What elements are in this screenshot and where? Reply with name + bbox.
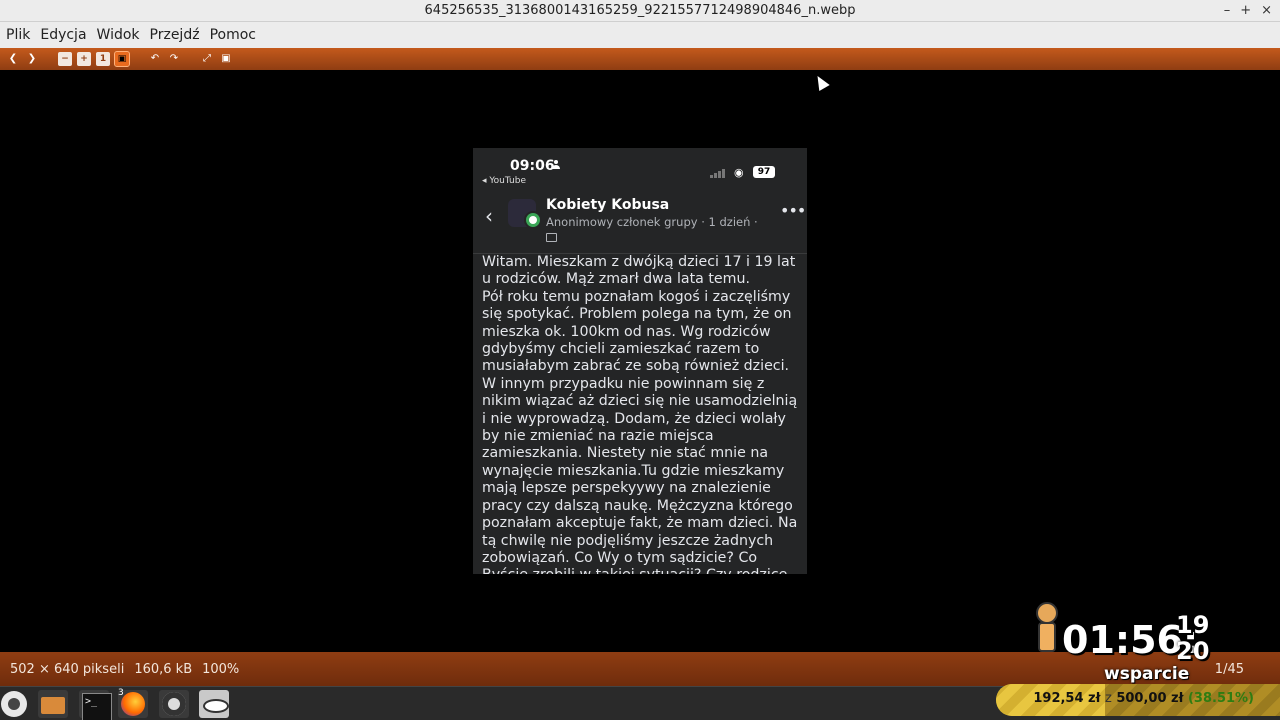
rotate-right-icon[interactable]: ↷ (167, 52, 181, 66)
phone-time: 09:06 (510, 158, 555, 174)
donation-separator: z (1104, 691, 1112, 706)
menu-go[interactable]: Przejdź (150, 27, 200, 43)
close-button[interactable]: × (1261, 0, 1272, 22)
obs-icon[interactable] (159, 690, 189, 718)
menu-view[interactable]: Widok (97, 27, 140, 43)
group-badge-icon (524, 211, 542, 229)
phone-status-bar: 09:06 ◂ YouTube ◉ 97 (473, 148, 807, 188)
battery-icon: 97 (753, 166, 775, 178)
person-icon (552, 160, 560, 170)
mint-menu-icon[interactable] (1, 691, 27, 717)
window-controls: – + × (1224, 0, 1272, 22)
zoom-normal-icon[interactable]: 1 (96, 52, 110, 66)
best-fit-icon[interactable]: ▣ (114, 51, 130, 67)
fullscreen-icon[interactable]: ⤢ (200, 52, 214, 66)
stream-timer-seconds: 19 20 (1176, 612, 1209, 664)
terminal-icon[interactable] (79, 690, 112, 720)
donation-current: 192,54 zł (1033, 691, 1101, 706)
previous-icon[interactable]: ❮ (6, 52, 20, 66)
displayed-image: 09:06 ◂ YouTube ◉ 97 ‹ Kobiety Kobusa An… (473, 148, 807, 574)
back-chevron-icon: ‹ (485, 204, 493, 228)
timer-seconds-bottom: 20 (1176, 637, 1210, 665)
menubar: Plik Edycja Widok Przejdź Pomoc (0, 22, 1280, 48)
folder-icon[interactable] (38, 690, 68, 718)
window-title: 645256535_3136800143165259_9221557712498… (424, 3, 856, 18)
zoom-in-icon[interactable]: + (77, 52, 91, 66)
signal-icon (710, 168, 725, 178)
support-label: wsparcie (1104, 664, 1190, 684)
members-icon (546, 233, 557, 242)
more-options-icon: ••• (780, 201, 806, 220)
firefox-window-count: 3 (118, 688, 124, 698)
menu-file[interactable]: Plik (6, 27, 30, 43)
donation-progress-bar: 192,54 zł z 500,00 zł (38.51%) (996, 684, 1280, 716)
post-meta: Anonimowy członek grupy · 1 dzień · (546, 215, 758, 229)
page-counter: 1/45 (1214, 662, 1244, 677)
zoom-out-icon[interactable]: − (58, 52, 72, 66)
post-text: Witam. Mieszkam z dwójką dzieci 17 i 19 … (482, 254, 798, 574)
zoom-level: 100% (202, 661, 240, 677)
slideshow-icon[interactable]: ▣ (219, 52, 233, 66)
group-name: Kobiety Kobusa (546, 197, 670, 213)
donation-percent: (38.51%) (1187, 691, 1254, 706)
toolbar: ❮ ❯ − + 1 ▣ ↶ ↷ ⤢ ▣ (0, 48, 1280, 70)
wifi-icon: ◉ (734, 166, 744, 179)
menu-edit[interactable]: Edycja (40, 27, 86, 43)
mascot-image (1026, 598, 1066, 660)
post-header: ‹ Kobiety Kobusa Anonimowy członek grupy… (473, 192, 807, 254)
window-titlebar: 645256535_3136800143165259_9221557712498… (0, 0, 1280, 22)
minimize-button[interactable]: – (1224, 0, 1231, 22)
back-to-app-link: ◂ YouTube (482, 176, 526, 186)
rotate-left-icon[interactable]: ↶ (148, 52, 162, 66)
timer-seconds-top: 19 (1176, 611, 1210, 639)
image-dimensions: 502 × 640 pikseli (10, 661, 125, 677)
menu-help[interactable]: Pomoc (210, 27, 256, 43)
image-viewer-icon[interactable] (199, 690, 229, 718)
maximize-button[interactable]: + (1240, 0, 1251, 22)
donation-text: 192,54 zł z 500,00 zł (38.51%) (1033, 691, 1254, 706)
donation-goal: 500,00 zł (1116, 691, 1184, 706)
next-icon[interactable]: ❯ (25, 52, 39, 66)
file-size: 160,6 kB (134, 661, 193, 677)
